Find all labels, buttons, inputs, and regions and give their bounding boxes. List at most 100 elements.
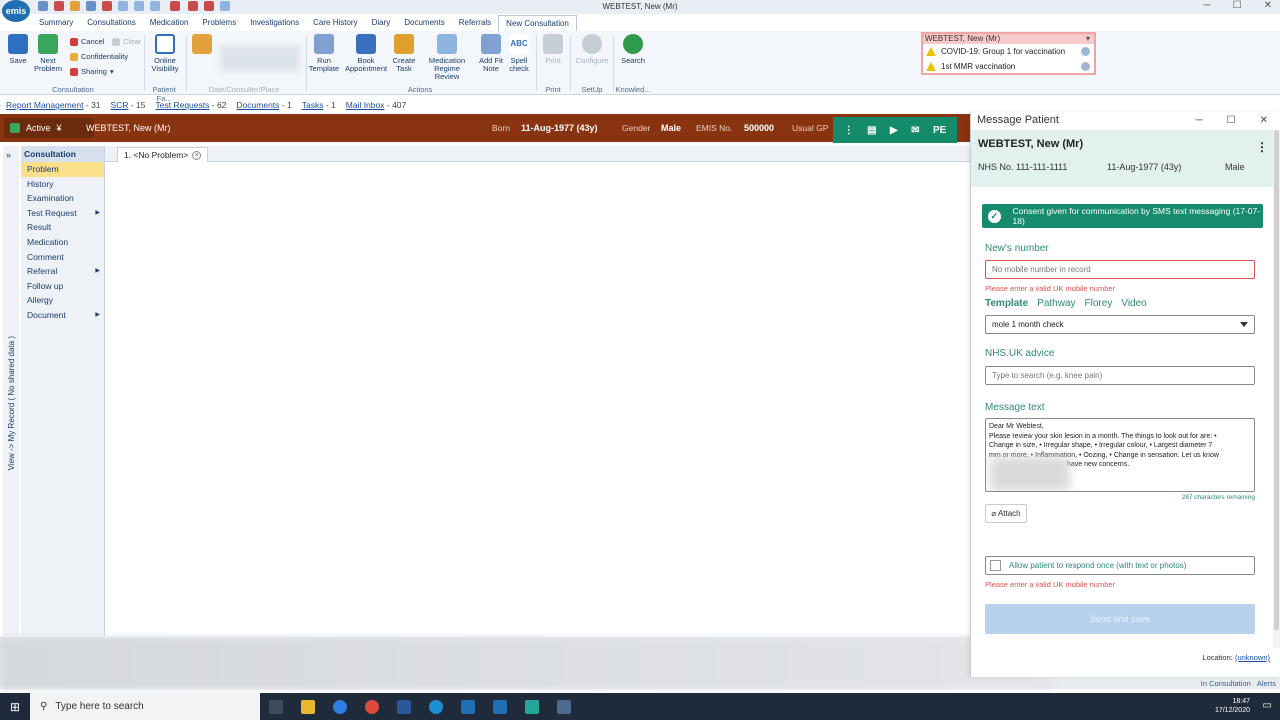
tab-medication[interactable]: Medication [143, 15, 196, 31]
edge-new-icon[interactable] [429, 699, 443, 714]
minimize-icon[interactable]: ─ [1204, 0, 1211, 11]
save-button[interactable]: Save [6, 34, 30, 65]
tab-new-consultation[interactable]: New Consultation [498, 15, 577, 31]
send-and-save-button[interactable]: Send and save [985, 604, 1255, 634]
consultation-item-referral[interactable]: Referral ▶ [21, 264, 104, 279]
consultation-item-history[interactable]: History [21, 177, 104, 192]
book-appointment-button[interactable]: Book Appointment [345, 34, 387, 73]
problem-tab[interactable]: 1. <No Problem> × [117, 147, 209, 162]
sharing-button[interactable]: Sharing ▾ [70, 67, 114, 76]
close-tab-icon[interactable]: × [192, 150, 202, 160]
tab-problems[interactable]: Problems [195, 15, 243, 31]
configure-button[interactable]: Configure [575, 34, 609, 65]
documents-link[interactable]: Documents - 1 [236, 98, 291, 112]
app-icon[interactable] [557, 699, 571, 714]
close-icon[interactable]: ✕ [1264, 0, 1272, 11]
emis-taskbar-icon[interactable] [493, 699, 507, 714]
attach-button[interactable]: ⌀ Attach [985, 504, 1027, 523]
confidentiality-button[interactable]: Confidentiality [70, 52, 128, 61]
app-icon[interactable] [461, 699, 475, 714]
file-explorer-icon[interactable] [301, 699, 315, 714]
minimize-icon[interactable]: ─ [1196, 112, 1203, 129]
message-scrollbar[interactable] [1273, 130, 1280, 648]
search-button[interactable]: Search [617, 34, 649, 65]
alert-item[interactable]: COVID-19: Group 1 for vaccination [923, 44, 1094, 59]
notifications-icon[interactable]: ▭ [1263, 700, 1272, 711]
consultation-item-medication[interactable]: Medication [21, 235, 104, 250]
consultation-item-result[interactable]: Result [21, 220, 104, 235]
spell-check-button[interactable]: ABC Spell check [507, 34, 531, 73]
tab-documents[interactable]: Documents [397, 15, 451, 31]
more-options-icon[interactable]: ⋮ [1256, 140, 1268, 154]
consultation-item-problem[interactable]: Problem [21, 162, 104, 177]
report-management-link[interactable]: Report Management - 31 [6, 98, 101, 112]
next-problem-button[interactable]: Next Problem [33, 34, 63, 73]
app-active-icon[interactable] [525, 699, 539, 714]
nhs-advice-search[interactable]: Type to search (e.g. knee pain) [985, 366, 1255, 385]
pe-button[interactable]: PE [933, 125, 946, 136]
consultation-item-follow-up[interactable]: Follow up [21, 279, 104, 294]
consultation-item-test-request[interactable]: Test Request ▶ [21, 206, 104, 221]
clear-button[interactable]: Clear [112, 37, 141, 46]
alert-item[interactable]: 1st MMR vaccination [923, 59, 1094, 74]
mail-inbox-link[interactable]: Mail Inbox - 407 [346, 98, 407, 112]
chrome-icon[interactable] [365, 699, 379, 714]
help-icon[interactable] [1081, 47, 1090, 56]
tab-video[interactable]: Video [1121, 298, 1146, 309]
tab-diary[interactable]: Diary [365, 15, 398, 31]
message-icon[interactable]: ▤ [867, 125, 876, 136]
video-icon[interactable]: ▶ [890, 125, 898, 136]
tab-summary[interactable]: Summary [32, 15, 80, 31]
print-button[interactable]: Print [540, 34, 566, 65]
tab-florey[interactable]: Florey [1085, 298, 1113, 309]
scr-link[interactable]: SCR - 15 [111, 98, 146, 112]
message-text-label: Message text [985, 402, 1045, 413]
task-view-icon[interactable] [269, 699, 283, 714]
windows-start-icon[interactable]: ⊞ [0, 700, 30, 714]
taskbar-search[interactable]: ⚲ Type here to search [30, 693, 260, 720]
more-icon[interactable]: ⋮ [844, 125, 854, 136]
maximize-icon[interactable]: ☐ [1227, 112, 1236, 129]
consultation-item-allergy[interactable]: Allergy [21, 293, 104, 308]
consultation-item-document[interactable]: Document ▶ [21, 308, 104, 323]
close-icon[interactable]: ✕ [1260, 112, 1268, 129]
tab-referrals[interactable]: Referrals [452, 15, 498, 31]
allow-respond-option[interactable]: Allow patient to respond once (with text… [985, 556, 1255, 575]
tab-consultations[interactable]: Consultations [80, 15, 142, 31]
run-template-button[interactable]: Run Template [308, 34, 340, 73]
edge-icon[interactable] [333, 699, 347, 714]
test-requests-link[interactable]: Test Requests - 62 [156, 98, 227, 112]
add-fit-note-button[interactable]: Add Fit Note [477, 34, 505, 73]
tab-pathway[interactable]: Pathway [1037, 298, 1075, 309]
mail-icon[interactable]: ✉ [911, 125, 919, 136]
mobile-number-input[interactable]: No mobile number in record [985, 260, 1255, 279]
collapse-icon[interactable]: ¥ [57, 123, 62, 133]
allow-respond-checkbox[interactable] [990, 560, 1001, 571]
date-place-button[interactable] [192, 34, 212, 57]
clock-time: 18:47 [1232, 698, 1250, 705]
alerts-pin-icon[interactable]: ▾ [1086, 34, 1090, 44]
taskbar-clock[interactable]: 18:47 17/12/2020 [1215, 697, 1250, 715]
online-visibility-button[interactable]: Online Visibility [150, 34, 180, 73]
cancel-button[interactable]: Cancel [70, 37, 104, 46]
emis-logo[interactable]: emis [2, 0, 30, 22]
patient-status[interactable]: Active ¥ [4, 118, 94, 138]
tab-care-history[interactable]: Care History [306, 15, 364, 31]
tab-investigations[interactable]: Investigations [243, 15, 306, 31]
help-icon[interactable] [1081, 62, 1090, 71]
template-select[interactable]: mole 1 month check [985, 315, 1255, 334]
consultation-item-comment[interactable]: Comment [21, 250, 104, 265]
create-task-button[interactable]: Create Task [391, 34, 417, 73]
my-record-side-tab[interactable]: » View -> My Record ( No shared data ) [3, 146, 19, 636]
message-textarea[interactable]: Dear Mr Webtest, Please review your skin… [985, 418, 1255, 492]
medication-regime-review-button[interactable]: Medication Regime Review [421, 34, 473, 81]
expand-icon[interactable]: » [6, 150, 11, 160]
maximize-icon[interactable]: ☐ [1233, 0, 1242, 11]
tasks-link[interactable]: Tasks - 1 [302, 98, 336, 112]
location-value[interactable]: (unknown) [1235, 653, 1270, 662]
scroll-thumb[interactable] [1274, 130, 1279, 630]
alerts-status[interactable]: Alerts [1257, 678, 1276, 690]
word-icon[interactable] [397, 699, 411, 714]
consultation-item-examination[interactable]: Examination [21, 191, 104, 206]
tab-template[interactable]: Template [985, 298, 1028, 309]
